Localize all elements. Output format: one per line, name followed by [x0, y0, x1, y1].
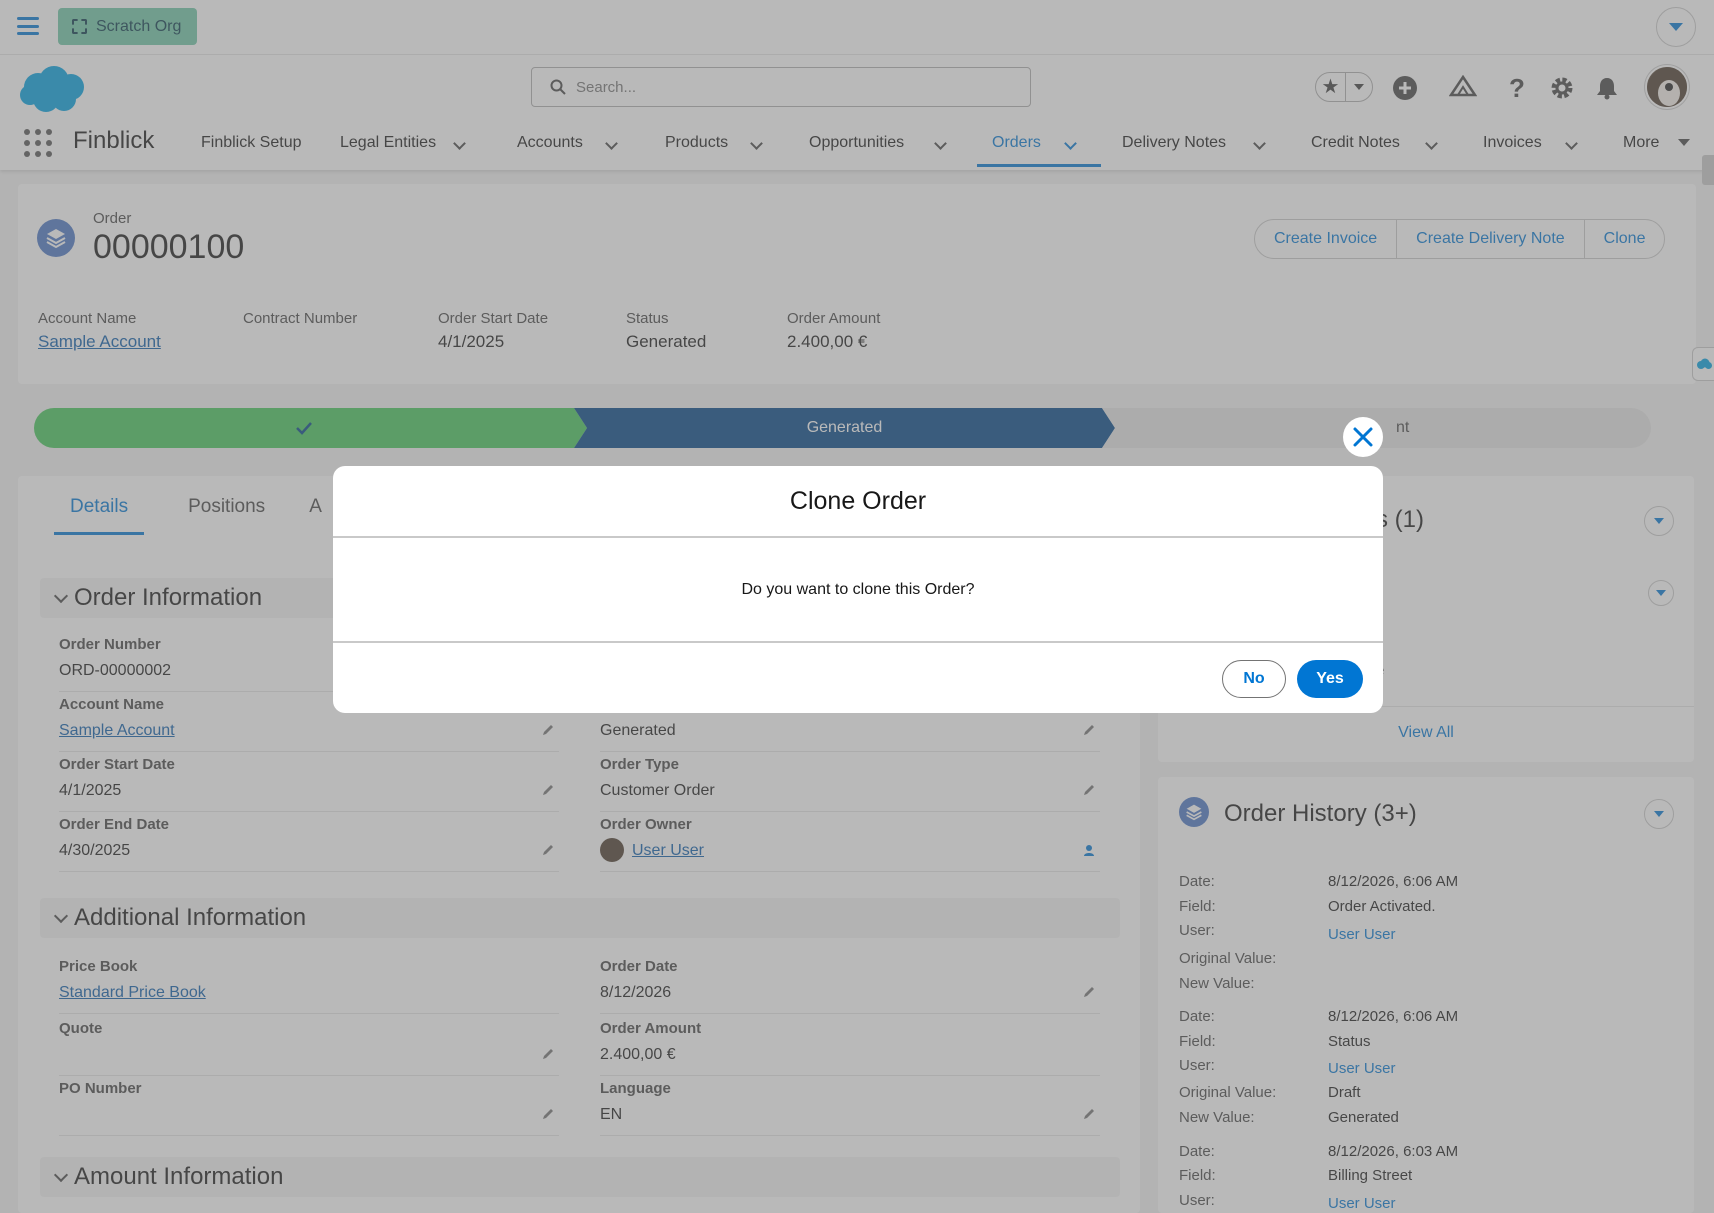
- no-button[interactable]: No: [1222, 660, 1286, 698]
- modal-close-button[interactable]: [1343, 417, 1383, 457]
- yes-button[interactable]: Yes: [1297, 660, 1363, 698]
- modal-message: Do you want to clone this Order?: [333, 538, 1383, 643]
- close-icon: [1353, 427, 1373, 447]
- modal-title: Clone Order: [333, 466, 1383, 538]
- clone-order-modal: Clone Order Do you want to clone this Or…: [333, 466, 1383, 713]
